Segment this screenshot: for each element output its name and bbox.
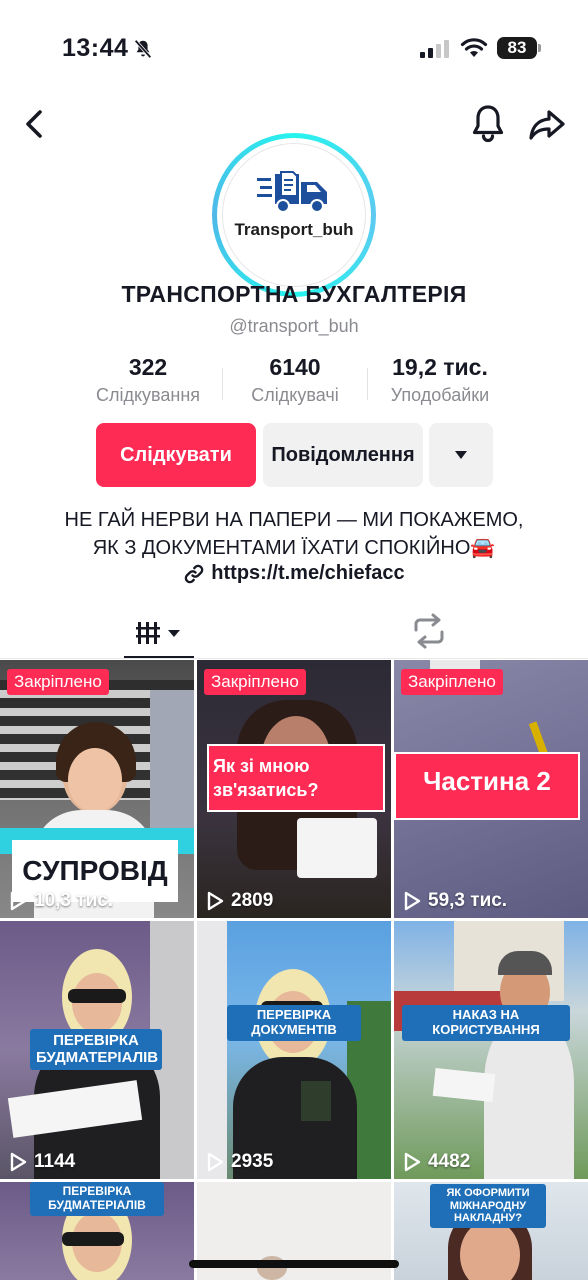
pinned-badge: Закріплено — [7, 669, 109, 695]
play-icon — [207, 1152, 224, 1172]
display-name: ТРАНСПОРТНА БУХГАЛТЕРІЯ — [121, 281, 467, 307]
view-count: 2809 — [206, 890, 273, 912]
message-button[interactable]: Повідомлення — [263, 423, 423, 487]
status-time: 13:44 — [62, 34, 129, 62]
home-indicator[interactable] — [189, 1260, 399, 1268]
bio-line-1: НЕ ГАЙ НЕРВИ НА ПАПЕРИ — МИ ПОКАЖЕМО, — [64, 509, 524, 531]
stat-likes[interactable]: 19,2 тис. Уподобайки — [380, 354, 500, 406]
view-count: 59,3 тис. — [403, 890, 507, 912]
video-tile[interactable]: ПЕРЕВІРКА БУДМАТЕРІАЛІВ 1144 — [0, 921, 194, 1179]
video-caption: ПЕРЕВІРКА БУДМАТЕРІАЛІВ — [30, 1182, 164, 1216]
play-icon — [404, 891, 421, 911]
repost-icon[interactable] — [408, 612, 450, 650]
stat-following[interactable]: 322 Слідкування — [86, 354, 210, 406]
stat-likes-value: 19,2 тис. — [392, 354, 488, 380]
view-count: 4482 — [403, 1151, 470, 1173]
video-tile[interactable]: ПЕРЕВІРКА ДОКУМЕНТІВ 2935 — [197, 921, 391, 1179]
video-tile[interactable]: ЯК ОФОРМИТИ МІЖНАРОДНУ НАКЛАДНУ? — [394, 1182, 588, 1280]
truck-logo-icon — [257, 171, 327, 213]
video-caption: НАКАЗ НА КОРИСТУВАННЯ — [402, 1005, 570, 1041]
video-tile[interactable]: Як зі мною зв'язатись? Закріплено 2809 — [197, 660, 391, 918]
link-icon — [185, 564, 204, 583]
bio-line-2: ЯК З ДОКУМЕНТАМИ ЇХАТИ СПОКІЙНО🚘 — [92, 537, 496, 559]
view-count: 2935 — [206, 1151, 273, 1173]
stat-divider — [222, 368, 223, 400]
video-tile[interactable]: ПЕРЕВІРКА БУДМАТЕРІАЛІВ — [0, 1182, 194, 1280]
battery-tip — [538, 44, 541, 52]
stat-followers[interactable]: 6140 Слідкувачі — [240, 354, 350, 406]
video-caption: Як зі мною зв'язатись? — [213, 756, 319, 800]
battery-indicator: 83 — [497, 37, 537, 59]
profile-link[interactable]: https://t.me/chiefacc — [0, 562, 588, 585]
stat-following-value: 322 — [128, 354, 168, 380]
pinned-badge: Закріплено — [204, 669, 306, 695]
view-count: 10,3 тис. — [9, 890, 113, 912]
avatar-logo: Transport_buh — [222, 143, 366, 287]
video-tile[interactable]: НАКАЗ НА КОРИСТУВАННЯ 4482 — [394, 921, 588, 1179]
follow-button[interactable]: Слідкувати — [96, 423, 256, 487]
wifi-icon — [460, 38, 488, 57]
play-icon — [404, 1152, 421, 1172]
profile-link-text: https://t.me/chiefacc — [211, 562, 405, 584]
grid-icon — [136, 622, 180, 644]
bell-icon[interactable] — [469, 102, 507, 144]
play-icon — [207, 891, 224, 911]
username: @transport_buh — [229, 316, 359, 336]
bell-muted-icon — [134, 39, 152, 59]
cellular-signal-icon — [420, 40, 449, 58]
video-caption: ПЕРЕВІРКА БУДМАТЕРІАЛІВ — [30, 1029, 162, 1070]
tab-videos[interactable] — [124, 608, 194, 658]
view-count: 1144 — [9, 1151, 75, 1173]
caret-down-icon — [455, 451, 467, 459]
video-caption: ЯК ОФОРМИТИ МІЖНАРОДНУ НАКЛАДНУ? — [430, 1184, 546, 1228]
video-tile[interactable]: Частина 2 Закріплено 59,3 тис. — [394, 660, 588, 918]
video-caption: Частина 2 — [423, 766, 551, 796]
pinned-badge: Закріплено — [401, 669, 503, 695]
back-icon[interactable] — [18, 104, 54, 144]
play-icon — [10, 1152, 27, 1172]
video-caption: ПЕРЕВІРКА ДОКУМЕНТІВ — [227, 1005, 361, 1041]
avatar[interactable]: Transport_buh — [212, 133, 376, 297]
tab-divider — [0, 658, 588, 659]
stat-followers-value: 6140 — [269, 354, 321, 380]
more-options-button[interactable] — [429, 423, 493, 487]
video-tile[interactable]: СУПРОВІД Закріплено 10,3 тис. — [0, 660, 194, 918]
bio: НЕ ГАЙ НЕРВИ НА ПАПЕРИ — МИ ПОКАЖЕМО, ЯК… — [0, 506, 588, 562]
avatar-logo-text: Transport_buh — [234, 220, 354, 239]
status-bar: 13:44 83 — [0, 0, 588, 96]
stat-likes-label: Уподобайки — [390, 385, 490, 405]
stat-divider — [367, 368, 368, 400]
stat-following-label: Слідкування — [95, 385, 201, 405]
play-icon — [10, 891, 27, 911]
stat-followers-label: Слідкувачі — [251, 385, 339, 405]
share-icon[interactable] — [527, 104, 567, 144]
